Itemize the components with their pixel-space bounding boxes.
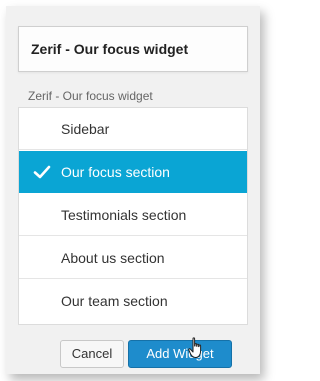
option-sidebar[interactable]: Sidebar (19, 108, 247, 150)
option-label: Sidebar (61, 121, 110, 137)
add-widget-button[interactable]: Add Widget (128, 340, 232, 368)
widget-subtitle: Zerif - Our focus widget (28, 89, 153, 103)
option-label: Our team section (61, 293, 168, 309)
widget-title: Zerif - Our focus widget (31, 41, 189, 57)
option-our-team-section[interactable]: Our team section (19, 280, 247, 322)
option-testimonials-section[interactable]: Testimonials section (19, 194, 247, 236)
option-label: About us section (61, 250, 165, 266)
widget-dialog: Zerif - Our focus widget Zerif - Our foc… (6, 6, 260, 374)
sidebar-select-list[interactable]: Sidebar Our focus section Testimonials s… (18, 107, 248, 325)
checkmark-icon (33, 165, 51, 179)
widget-title-bar[interactable]: Zerif - Our focus widget (18, 26, 248, 72)
option-our-focus-section[interactable]: Our focus section (19, 151, 247, 193)
option-about-us-section[interactable]: About us section (19, 237, 247, 279)
option-label: Testimonials section (61, 207, 187, 223)
option-label: Our focus section (61, 164, 170, 180)
cancel-button[interactable]: Cancel (60, 340, 124, 368)
